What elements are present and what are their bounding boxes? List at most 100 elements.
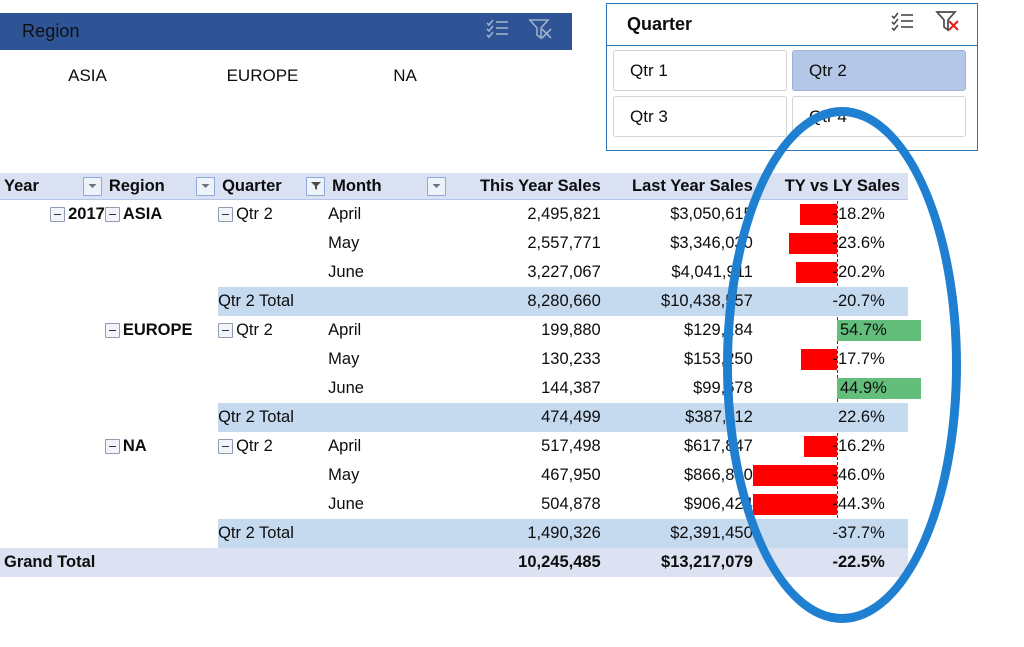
clear-filter-icon[interactable] (935, 10, 961, 38)
cell-ty-vs-ly-sales: -20.2% (753, 258, 908, 287)
cell-ty-vs-ly-sales: -37.7% (753, 519, 908, 548)
collapse-toggle[interactable] (218, 439, 233, 454)
table-row: May467,950$866,840-46.0% (0, 461, 908, 490)
cell-quarter (218, 258, 328, 287)
quarter-slicer-item-qtr1[interactable]: Qtr 1 (613, 50, 787, 91)
cell-this-year-sales: 8,280,660 (449, 287, 601, 316)
column-header-region-label: Region (105, 177, 165, 196)
cell-last-year-sales: $13,217,079 (601, 548, 753, 577)
cell-this-year-sales: 144,387 (449, 374, 601, 403)
cell-year (0, 258, 105, 287)
filter-dropdown-icon-month[interactable] (427, 177, 446, 196)
cell-ty-vs-ly-sales: -16.2% (753, 432, 908, 461)
cell-month (328, 548, 449, 577)
cell-month: April (328, 432, 449, 461)
cell-region (105, 490, 218, 519)
column-header-this-year-sales: This Year Sales (449, 173, 601, 200)
region-slicer-icons (486, 13, 554, 50)
variance-value: -18.2% (757, 200, 889, 229)
cell-label: Qtr 2 Total (218, 408, 294, 426)
collapse-toggle[interactable] (105, 439, 120, 454)
collapse-toggle[interactable] (105, 323, 120, 338)
cell-this-year-sales: 2,557,771 (449, 229, 601, 258)
cell-label: Grand Total (0, 553, 95, 572)
quarter-slicer-item-qtr2[interactable]: Qtr 2 (792, 50, 966, 91)
cell-region (105, 287, 218, 316)
column-header-ty-vs-ly-sales: TY vs LY Sales (753, 173, 908, 200)
multi-select-icon[interactable] (891, 11, 915, 38)
databar-cell: -22.5% (753, 548, 893, 577)
multi-select-icon[interactable] (486, 18, 510, 45)
cell-quarter: Qtr 2 Total (218, 403, 328, 432)
variance-value: 54.7% (839, 316, 891, 345)
cell-region: NA (105, 432, 218, 461)
cell-year (0, 316, 105, 345)
table-row: June3,227,067$4,041,911-20.2% (0, 258, 908, 287)
column-header-year: Year (0, 173, 105, 200)
databar-cell: -23.6% (753, 229, 893, 258)
cell-month: May (328, 229, 449, 258)
quarter-slicer-item-qtr4[interactable]: Qtr 4 (792, 96, 966, 137)
cell-label: ASIA (123, 205, 162, 223)
cell-this-year-sales: 467,950 (449, 461, 601, 490)
cell-last-year-sales: $3,050,615 (601, 200, 753, 230)
quarter-slicer-item-qtr3[interactable]: Qtr 3 (613, 96, 787, 137)
cell-ty-vs-ly-sales: -46.0% (753, 461, 908, 490)
cell-last-year-sales: $3,346,030 (601, 229, 753, 258)
variance-value: -44.3% (757, 490, 889, 519)
cell-ty-vs-ly-sales: 22.6% (753, 403, 908, 432)
cell-quarter: Qtr 2 (218, 200, 328, 230)
databar-cell: -37.7% (753, 519, 893, 548)
column-header-month-label: Month (328, 177, 381, 196)
cell-label: Qtr 2 (236, 437, 273, 455)
region-slicer-item-na[interactable]: NA (350, 66, 460, 86)
collapse-toggle[interactable] (105, 207, 120, 222)
cell-ty-vs-ly-sales: -20.7% (753, 287, 908, 316)
region-slicer-item-europe[interactable]: EUROPE (175, 66, 350, 86)
table-row: Grand Total10,245,485$13,217,079-22.5% (0, 548, 908, 577)
table-row: NAQtr 2April517,498$617,847-16.2% (0, 432, 908, 461)
region-slicer-title: Region (0, 21, 80, 42)
clear-filter-icon[interactable] (528, 18, 554, 46)
cell-year (0, 461, 105, 490)
column-header-month: Month (328, 173, 449, 200)
column-header-quarter: Quarter (218, 173, 328, 200)
cell-month (328, 287, 449, 316)
cell-month (328, 519, 449, 548)
table-row: EUROPEQtr 2April199,880$129,18454.7% (0, 316, 908, 345)
region-slicer-item-asia[interactable]: ASIA (0, 66, 175, 86)
filter-dropdown-icon-region[interactable] (196, 177, 215, 196)
collapse-toggle[interactable] (50, 207, 65, 222)
region-slicer[interactable]: Region ASIA EUROPE N (0, 13, 572, 101)
cell-year: 2017 (0, 200, 105, 230)
cell-region (105, 403, 218, 432)
cell-last-year-sales: $906,424 (601, 490, 753, 519)
cell-last-year-sales: $153,250 (601, 345, 753, 374)
table-row: Qtr 2 Total474,499$387,11222.6% (0, 403, 908, 432)
cell-this-year-sales: 130,233 (449, 345, 601, 374)
collapse-toggle[interactable] (218, 207, 233, 222)
filter-dropdown-icon-year[interactable] (83, 177, 102, 196)
filter-applied-icon-quarter[interactable] (306, 177, 325, 196)
cell-ty-vs-ly-sales: -17.7% (753, 345, 908, 374)
cell-this-year-sales: 1,490,326 (449, 519, 601, 548)
cell-month (328, 403, 449, 432)
cell-year: Grand Total (0, 548, 105, 577)
collapse-toggle[interactable] (218, 323, 233, 338)
cell-month: April (328, 316, 449, 345)
cell-region (105, 229, 218, 258)
cell-ty-vs-ly-sales: -44.3% (753, 490, 908, 519)
cell-month: June (328, 258, 449, 287)
cell-ty-vs-ly-sales: -22.5% (753, 548, 908, 577)
variance-value: -23.6% (757, 229, 889, 258)
cell-year (0, 432, 105, 461)
quarter-slicer[interactable]: Quarter Qtr 1 Qtr 2 (606, 3, 978, 151)
table-row: Qtr 2 Total1,490,326$2,391,450-37.7% (0, 519, 908, 548)
cell-year (0, 519, 105, 548)
cell-month: April (328, 200, 449, 230)
cell-last-year-sales: $866,840 (601, 461, 753, 490)
cell-region: ASIA (105, 200, 218, 230)
cell-year (0, 403, 105, 432)
table-row: May130,233$153,250-17.7% (0, 345, 908, 374)
cell-this-year-sales: 517,498 (449, 432, 601, 461)
